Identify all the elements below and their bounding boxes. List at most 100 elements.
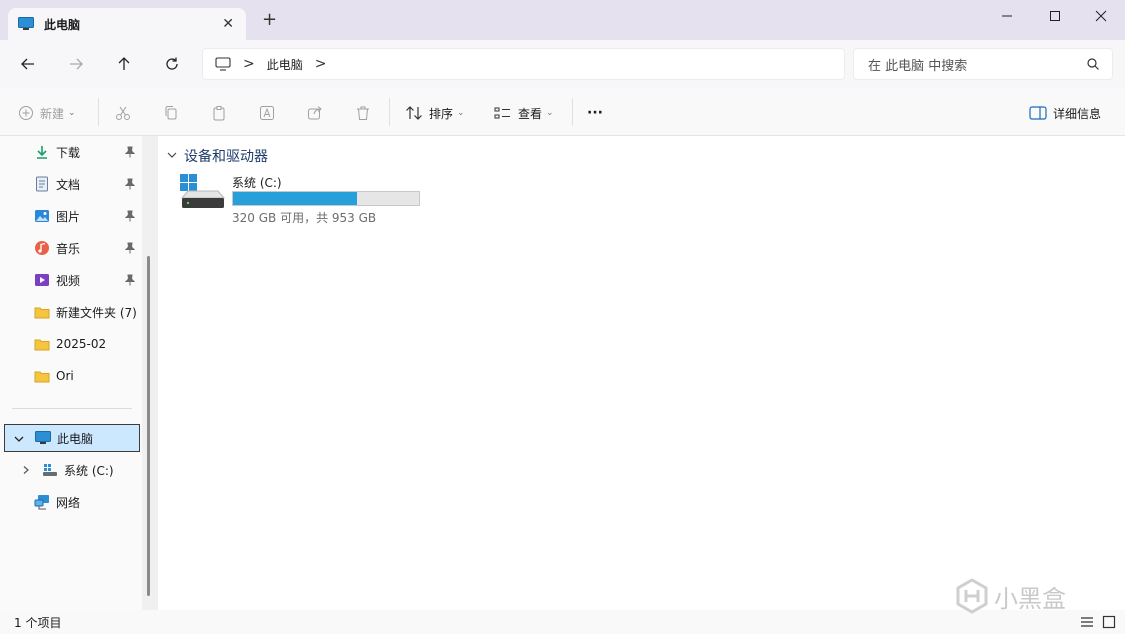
sidebar-item-2025-02[interactable]: 2025-02 bbox=[0, 330, 142, 358]
trash-icon bbox=[357, 106, 369, 120]
chevron-down-icon[interactable] bbox=[166, 150, 178, 163]
maximize-icon bbox=[1050, 11, 1060, 21]
copy-button[interactable] bbox=[163, 102, 179, 124]
sidebar-item-ori[interactable]: Ori bbox=[0, 362, 142, 390]
pin-icon[interactable] bbox=[124, 146, 136, 158]
forward-arrow-icon bbox=[70, 58, 83, 70]
breadcrumb-separator[interactable]: > bbox=[315, 56, 327, 72]
new-button[interactable]: 新建 ⌄ bbox=[18, 102, 76, 124]
sort-button[interactable]: 排序 ⌄ bbox=[405, 102, 465, 124]
sidebar-item-new-folder-7[interactable]: 新建文件夹 (7) bbox=[0, 298, 142, 326]
paste-button[interactable] bbox=[211, 102, 227, 124]
share-icon bbox=[308, 106, 322, 120]
sidebar-item-label: 音乐 bbox=[56, 241, 81, 256]
folder-icon bbox=[34, 336, 50, 352]
drive-usage-bar bbox=[232, 191, 420, 206]
folder-icon bbox=[34, 368, 50, 384]
chevron-down-icon: ⌄ bbox=[68, 108, 76, 118]
close-icon bbox=[1095, 10, 1107, 22]
details-label: 详细信息 bbox=[1053, 106, 1102, 121]
minimize-button[interactable] bbox=[984, 6, 1030, 26]
new-label: 新建 bbox=[40, 106, 65, 121]
chevron-down-icon: ⌄ bbox=[546, 108, 554, 118]
network-icon bbox=[34, 494, 50, 510]
view-list-icon bbox=[494, 107, 510, 119]
sort-icon bbox=[406, 106, 422, 120]
delete-button[interactable] bbox=[355, 102, 371, 124]
sidebar-item-label: 视频 bbox=[56, 273, 81, 288]
back-arrow-icon bbox=[21, 58, 34, 70]
navigation-pane: 下载 文档 图片 音乐 视频 新建文件夹 (7) 2025-02 Ori 此电脑 bbox=[0, 136, 142, 610]
title-bar: 此电脑 ✕ + bbox=[0, 0, 1125, 40]
sort-label: 排序 bbox=[429, 106, 454, 121]
item-count: 1 个项目 bbox=[14, 615, 62, 630]
drive-icon bbox=[42, 462, 58, 478]
details-view-icon[interactable] bbox=[1080, 615, 1094, 629]
minimize-icon bbox=[1002, 15, 1012, 17]
share-button[interactable] bbox=[307, 102, 323, 124]
tab-this-pc[interactable]: 此电脑 ✕ bbox=[8, 8, 246, 40]
sidebar-scrollbar-thumb[interactable] bbox=[147, 256, 150, 596]
sidebar-scrollbar[interactable] bbox=[142, 136, 158, 610]
address-bar[interactable]: > 此电脑 > bbox=[202, 48, 845, 80]
rename-button[interactable] bbox=[259, 102, 275, 124]
sidebar-item-label: 系统 (C:) bbox=[64, 463, 114, 478]
videos-icon bbox=[34, 272, 50, 288]
sidebar-item-downloads[interactable]: 下载 bbox=[0, 138, 142, 166]
forward-button[interactable] bbox=[64, 52, 88, 76]
new-tab-button[interactable]: + bbox=[262, 11, 277, 29]
sidebar-item-documents[interactable]: 文档 bbox=[0, 170, 142, 198]
folder-icon bbox=[34, 304, 50, 320]
navigation-bar: > 此电脑 > 在 此电脑 中搜索 bbox=[0, 40, 1125, 88]
sidebar-item-network[interactable]: 网络 bbox=[0, 488, 142, 516]
close-window-button[interactable] bbox=[1078, 6, 1124, 26]
divider bbox=[12, 408, 132, 409]
pin-icon[interactable] bbox=[124, 178, 136, 190]
sidebar-item-this-pc[interactable]: 此电脑 bbox=[4, 424, 140, 452]
search-input[interactable]: 在 此电脑 中搜索 bbox=[853, 48, 1113, 80]
sidebar-item-label: 下载 bbox=[56, 145, 81, 160]
view-label: 查看 bbox=[518, 106, 543, 121]
clipboard-icon bbox=[213, 106, 225, 121]
rename-icon bbox=[260, 106, 274, 120]
refresh-icon bbox=[166, 57, 178, 70]
details-pane-button[interactable]: 详细信息 bbox=[1029, 102, 1101, 124]
sidebar-item-videos[interactable]: 视频 bbox=[0, 266, 142, 294]
close-tab-icon[interactable]: ✕ bbox=[222, 16, 234, 32]
watermark-text: 小黑盒 bbox=[994, 584, 1066, 613]
chevron-right-icon[interactable] bbox=[21, 465, 31, 475]
documents-icon bbox=[34, 176, 50, 192]
view-button[interactable]: 查看 ⌄ bbox=[494, 102, 554, 124]
copy-icon bbox=[165, 106, 177, 120]
watermark-logo-icon bbox=[956, 578, 988, 614]
sidebar-item-label: Ori bbox=[56, 369, 74, 383]
more-options-button[interactable]: ··· bbox=[587, 102, 603, 124]
computer-icon bbox=[35, 430, 51, 446]
sidebar-item-music[interactable]: 音乐 bbox=[0, 234, 142, 262]
sidebar-item-label: 文档 bbox=[56, 177, 81, 192]
drive-space-info: 320 GB 可用，共 953 GB bbox=[232, 211, 377, 225]
sidebar-item-system-c[interactable]: 系统 (C:) bbox=[0, 456, 142, 484]
pin-icon[interactable] bbox=[124, 210, 136, 222]
sidebar-item-pictures[interactable]: 图片 bbox=[0, 202, 142, 230]
cut-button[interactable] bbox=[115, 102, 131, 124]
content-area: 设备和驱动器 系统 (C:) 320 GB 可用，共 953 GB bbox=[158, 136, 1125, 610]
breadcrumb-this-pc[interactable]: 此电脑 bbox=[267, 56, 303, 73]
pin-icon[interactable] bbox=[124, 242, 136, 254]
divider bbox=[572, 98, 573, 126]
back-button[interactable] bbox=[16, 52, 40, 76]
maximize-button[interactable] bbox=[1032, 6, 1078, 26]
up-button[interactable] bbox=[112, 52, 136, 76]
tiles-view-icon[interactable] bbox=[1102, 615, 1116, 629]
sidebar-item-label: 此电脑 bbox=[57, 431, 94, 446]
up-arrow-icon bbox=[118, 57, 130, 70]
drive-item-system-c[interactable]: 系统 (C:) 320 GB 可用，共 953 GB bbox=[180, 172, 440, 228]
computer-icon bbox=[18, 17, 34, 30]
pin-icon[interactable] bbox=[124, 274, 136, 286]
refresh-button[interactable] bbox=[160, 52, 184, 76]
pictures-icon bbox=[34, 208, 50, 224]
group-header-devices[interactable]: 设备和驱动器 bbox=[166, 146, 268, 166]
chevron-down-icon[interactable] bbox=[13, 433, 25, 445]
breadcrumb-separator: > bbox=[243, 56, 255, 72]
scissors-icon bbox=[116, 106, 130, 120]
